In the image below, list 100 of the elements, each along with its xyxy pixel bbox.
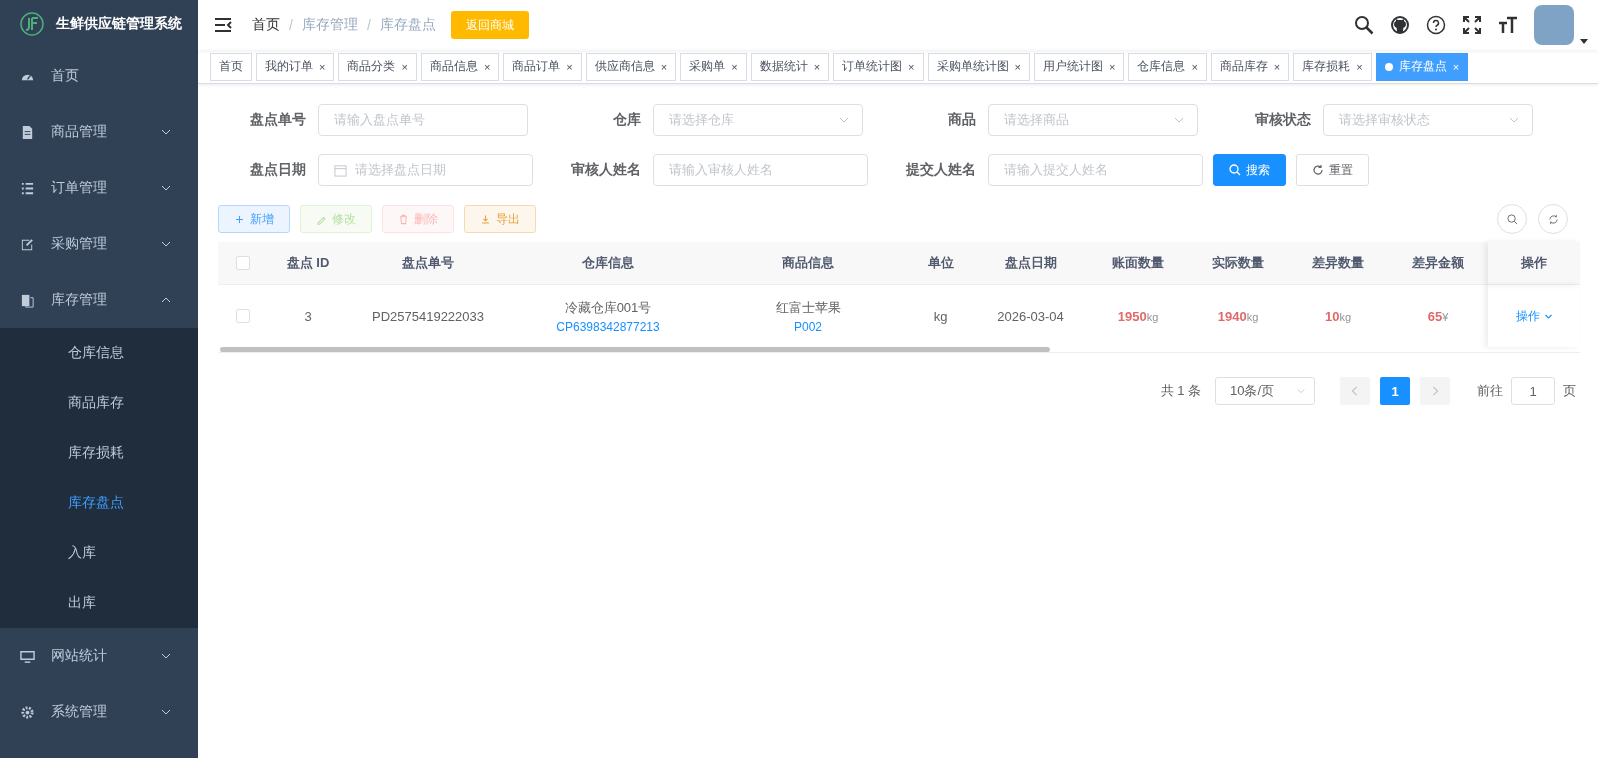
sidebar-item[interactable]: 采购管理 — [0, 216, 198, 272]
chevron-left-icon — [1351, 386, 1359, 396]
refresh-icon — [1547, 213, 1559, 225]
breadcrumb-separator: / — [289, 17, 293, 33]
tab[interactable]: 供应商信息 × — [585, 52, 677, 81]
refresh-button[interactable] — [1538, 204, 1568, 234]
tab[interactable]: 库存损耗 × — [1293, 52, 1372, 81]
page-suffix: 页 — [1563, 382, 1576, 400]
table-cell: PD2575419222033 — [371, 308, 485, 324]
breadcrumb-item[interactable]: 首页 — [252, 16, 280, 34]
close-tab-button[interactable]: × — [1191, 60, 1198, 73]
close-tab-button[interactable]: × — [401, 60, 408, 73]
row-checkbox[interactable] — [236, 309, 250, 323]
close-tab-button[interactable]: × — [813, 60, 821, 73]
tab[interactable]: 采购单 × — [680, 52, 747, 81]
close-tab-button[interactable]: × — [566, 60, 573, 73]
trash-icon — [398, 213, 409, 225]
product-name: 红富士苹果 — [775, 298, 841, 317]
tab[interactable]: 采购单统计图 × — [927, 52, 1030, 81]
close-tab-button[interactable]: × — [731, 60, 738, 73]
filter-label: 审核人姓名 — [570, 161, 642, 179]
column-header: 操作 — [1488, 242, 1580, 285]
copy-icon — [20, 292, 35, 308]
tab[interactable]: 商品库存 × — [1210, 52, 1290, 81]
close-tab-button[interactable]: × — [1014, 60, 1021, 73]
tab[interactable]: 我的订单 × — [256, 52, 335, 81]
sidebar-item[interactable]: 商品管理 — [0, 104, 198, 160]
sidebar-item[interactable]: 库存管理 — [0, 272, 198, 328]
submenu-item[interactable]: 入库 — [0, 528, 198, 578]
tab[interactable]: 用户统计图 × — [1033, 52, 1125, 81]
submenu-item[interactable]: 商品库存 — [0, 378, 198, 428]
close-tab-button[interactable]: × — [1273, 60, 1281, 73]
sidebar-item[interactable]: 网站统计 — [0, 628, 198, 684]
chevron-right-icon — [1431, 386, 1439, 396]
column-header: 单位 — [908, 242, 973, 285]
tab[interactable]: 商品分类 × — [338, 52, 417, 81]
select-all-checkbox[interactable] — [236, 256, 250, 270]
text-size-icon[interactable] — [1498, 15, 1518, 35]
close-tab-button[interactable]: × — [660, 60, 668, 73]
search-icon[interactable] — [1354, 15, 1374, 35]
search-toggle-button[interactable] — [1497, 204, 1527, 234]
refresh-icon — [1312, 164, 1324, 176]
page-size-select[interactable]: 10条/页 — [1215, 377, 1315, 405]
help-icon[interactable] — [1426, 15, 1446, 35]
submenu-item[interactable]: 出库 — [0, 578, 198, 628]
close-tab-button[interactable]: × — [1108, 60, 1116, 73]
filter-label: 盘点日期 — [249, 161, 307, 179]
download-icon — [480, 213, 491, 225]
gear-icon — [20, 704, 35, 720]
close-tab-button[interactable]: × — [908, 60, 915, 73]
column-header: 盘点 ID — [268, 242, 348, 285]
column-header: 差异数量 — [1288, 242, 1388, 285]
table-cell: kg — [933, 308, 948, 324]
horizontal-scrollbar[interactable] — [220, 347, 1050, 352]
tab[interactable]: 商品订单 × — [503, 52, 582, 81]
column-header: 盘点单号 — [348, 242, 508, 285]
avatar[interactable] — [1534, 5, 1574, 45]
edit-icon — [20, 236, 35, 252]
table-cell: 3 — [304, 308, 312, 324]
breadcrumb-separator: / — [366, 17, 371, 33]
breadcrumb-item: 库存管理 — [301, 16, 358, 34]
fullscreen-icon[interactable] — [1462, 15, 1482, 35]
plus-icon — [234, 213, 245, 225]
submenu-item[interactable]: 库存损耗 — [0, 428, 198, 478]
page-input[interactable]: 1 — [1511, 377, 1555, 405]
search-icon — [1506, 213, 1518, 225]
close-tab-button[interactable]: × — [1356, 60, 1363, 73]
submenu-item[interactable]: 库存盘点 — [0, 478, 198, 528]
tab[interactable]: 数据统计 × — [750, 52, 830, 81]
tab[interactable]: 商品信息 × — [420, 52, 500, 81]
tab[interactable]: 首页 — [210, 52, 252, 81]
sidebar-item[interactable]: 订单管理 — [0, 160, 198, 216]
sidebar-item[interactable]: 系统管理 — [0, 684, 198, 740]
sidebar-item[interactable]: 首页 — [0, 48, 198, 104]
document-icon — [20, 124, 35, 140]
github-icon[interactable] — [1390, 15, 1410, 35]
filter-label: 商品 — [947, 111, 977, 129]
filter-label: 盘点单号 — [249, 111, 307, 129]
menu-icon[interactable] — [214, 17, 232, 33]
column-header: 商品信息 — [708, 242, 908, 285]
quantity-text: 1940kg — [1217, 308, 1259, 324]
submenu-item[interactable]: 仓库信息 — [0, 328, 198, 378]
warehouse-name: 冷藏仓库001号 — [564, 298, 652, 317]
column-header: 仓库信息 — [508, 242, 708, 285]
table-cell: 2026-03-04 — [997, 308, 1064, 324]
filter-label: 仓库 — [612, 111, 642, 129]
filter-label: 提交人姓名 — [905, 161, 977, 179]
close-tab-button[interactable]: × — [319, 60, 326, 73]
monitor-icon — [20, 648, 35, 664]
calendar-icon — [334, 163, 347, 177]
search-icon — [1229, 164, 1241, 176]
tab[interactable]: 订单统计图 × — [833, 52, 924, 81]
active-dot-icon — [1384, 62, 1393, 71]
close-tab-button[interactable]: × — [483, 60, 491, 73]
reset-button[interactable]: 重置 — [1296, 154, 1369, 186]
tab[interactable]: 仓库信息 × — [1128, 52, 1207, 81]
list-icon — [20, 180, 35, 196]
total-count: 共 1 条 — [1160, 382, 1201, 400]
logo-icon — [20, 12, 44, 36]
caret-icon[interactable] — [1580, 39, 1588, 45]
